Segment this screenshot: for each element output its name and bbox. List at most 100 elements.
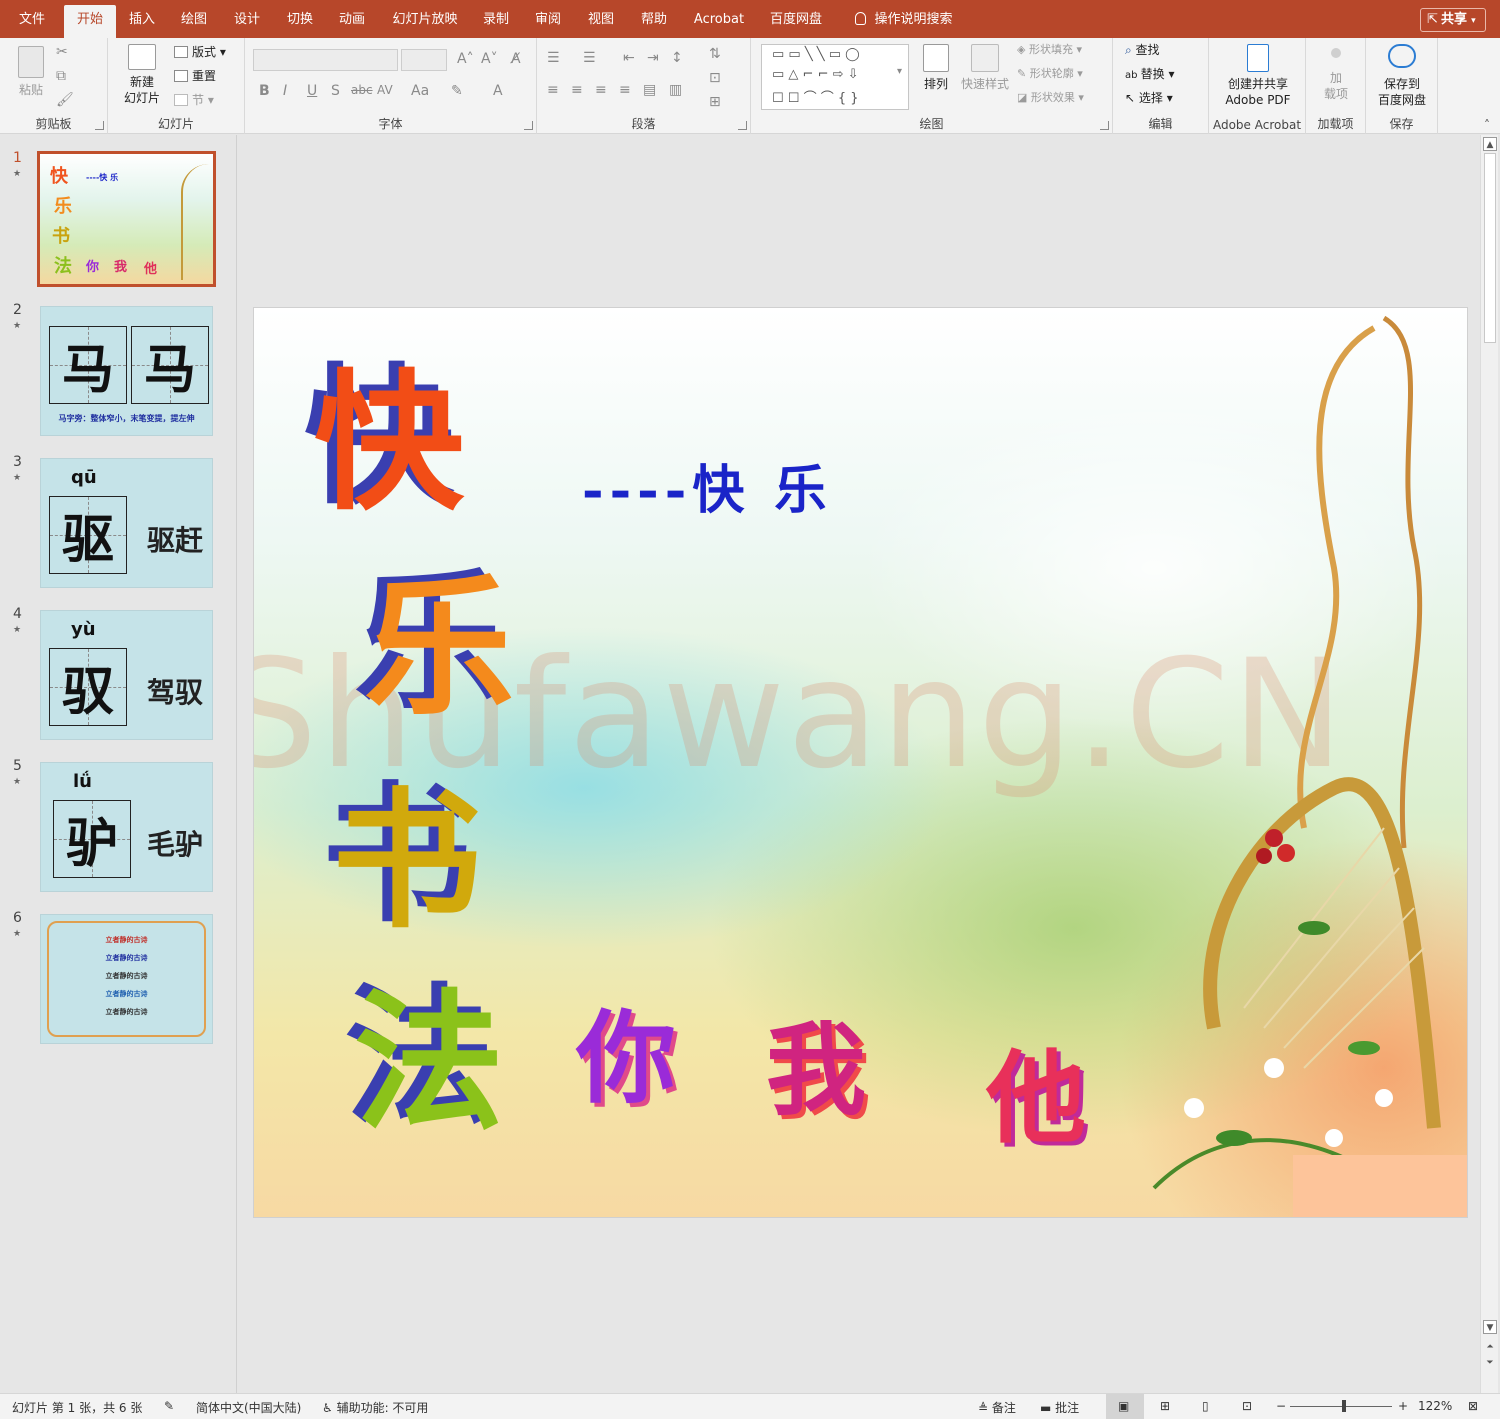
- reading-view-icon[interactable]: ▯: [1202, 1399, 1209, 1413]
- tab-slideshow[interactable]: 幻灯片放映: [384, 0, 466, 38]
- shape-fill-button[interactable]: ◈ 形状填充 ▾: [1017, 42, 1082, 58]
- decrease-indent-icon[interactable]: ⇤: [623, 50, 635, 66]
- underline-icon[interactable]: U: [307, 83, 317, 99]
- text-direction-icon[interactable]: ⇅: [709, 46, 721, 62]
- replace-button[interactable]: ab 替换 ▾: [1125, 66, 1175, 84]
- slideshow-view-icon[interactable]: ⊡: [1242, 1399, 1252, 1413]
- textbox-shape-icon[interactable]: ▭ ▭ ╲ ╲ ▭ ◯: [772, 47, 860, 62]
- copy-icon[interactable]: ⧉: [56, 68, 66, 84]
- font-color-icon[interactable]: A: [493, 83, 503, 99]
- fit-to-window-icon[interactable]: ⊠: [1468, 1399, 1478, 1413]
- slide-thumbnail-6[interactable]: 立者静的古诗 立者静的古诗 立者静的古诗 立者静的古诗 立者静的古诗: [40, 914, 213, 1044]
- slide-thumbnail-1[interactable]: 快 乐 书 法 ----快 乐 你 我 他: [37, 151, 216, 287]
- columns-icon[interactable]: ▥: [669, 82, 682, 98]
- normal-view-button[interactable]: ▣: [1106, 1394, 1144, 1419]
- align-right-icon[interactable]: ≡: [595, 82, 607, 98]
- gallery-more-icon[interactable]: ▾: [897, 66, 902, 77]
- slide-thumbnail-5[interactable]: lǘ 驴 毛驴: [40, 762, 213, 892]
- tab-view[interactable]: 视图: [581, 0, 621, 38]
- share-button[interactable]: ⇱ 共享 ▾: [1420, 8, 1486, 32]
- arrange-button[interactable]: 排列: [919, 44, 953, 92]
- accessibility-status[interactable]: ♿ 辅助功能: 不可用: [322, 1399, 428, 1416]
- comments-button[interactable]: ▬ 批注: [1040, 1399, 1079, 1416]
- font-launcher-icon[interactable]: [524, 121, 533, 130]
- shapes-gallery[interactable]: ▭ ▭ ╲ ╲ ▭ ◯ ▭ △ ⌐ ⌐ ⇨ ⇩ ☐ ☐ ⌒ ⌒ { }: [761, 44, 909, 110]
- select-button[interactable]: ↖ 选择 ▾: [1125, 90, 1173, 106]
- tab-acrobat[interactable]: Acrobat: [688, 0, 750, 38]
- language-status[interactable]: 简体中文(中国大陆): [196, 1399, 301, 1416]
- align-left-icon[interactable]: ≡: [547, 82, 559, 98]
- scroll-up-icon[interactable]: ▲: [1483, 137, 1497, 151]
- italic-icon[interactable]: I: [283, 83, 287, 99]
- slide-thumbnail-3[interactable]: qū 驱 驱赶: [40, 458, 213, 588]
- text-shadow-icon[interactable]: S: [331, 83, 340, 99]
- increase-indent-icon[interactable]: ⇥: [647, 50, 659, 66]
- zoom-in-icon[interactable]: +: [1398, 1399, 1408, 1413]
- section-button[interactable]: 节 ▾: [174, 92, 214, 108]
- small-char-ni[interactable]: 你: [576, 1008, 676, 1108]
- shrink-font-icon[interactable]: A˅: [481, 51, 498, 67]
- zoom-out-icon[interactable]: −: [1276, 1399, 1286, 1413]
- shape-effects-button[interactable]: ◪ 形状效果 ▾: [1017, 90, 1084, 106]
- new-slide-button[interactable]: 新建 幻灯片: [116, 44, 168, 106]
- shape-outline-button[interactable]: ✎ 形状轮廓 ▾: [1017, 66, 1083, 82]
- slide-thumbnail-2[interactable]: 马 马 马字旁：整体窄小，末笔变提，提左伸: [40, 306, 213, 436]
- find-button[interactable]: ⌕ 查找: [1125, 42, 1160, 58]
- big-char-le[interactable]: 乐: [364, 573, 514, 723]
- change-case-icon[interactable]: Aa: [411, 83, 429, 99]
- numbering-icon[interactable]: ☰: [583, 50, 596, 66]
- zoom-slider-thumb[interactable]: [1342, 1400, 1346, 1412]
- zoom-level[interactable]: 122%: [1418, 1399, 1452, 1413]
- tab-file[interactable]: 文件: [10, 0, 54, 38]
- align-center-icon[interactable]: ≡: [571, 82, 583, 98]
- strikethrough-icon[interactable]: abc: [351, 83, 373, 97]
- slide-count-status[interactable]: 幻灯片 第 1 张，共 6 张: [12, 1399, 142, 1416]
- tab-record[interactable]: 录制: [476, 0, 516, 38]
- big-char-fa[interactable]: 法: [354, 988, 504, 1138]
- font-size-box[interactable]: [401, 49, 447, 71]
- smartart-icon[interactable]: ⊞: [709, 94, 721, 110]
- drawing-launcher-icon[interactable]: [1100, 121, 1109, 130]
- line-spacing-icon[interactable]: ↕: [671, 50, 683, 66]
- quick-styles-button[interactable]: 快速样式: [957, 44, 1013, 92]
- layout-button[interactable]: 版式 ▾: [174, 44, 226, 60]
- font-name-box[interactable]: [253, 49, 398, 71]
- reset-button[interactable]: 重置: [174, 68, 216, 84]
- bracket-shape-icon[interactable]: ☐ ☐ ⌒ ⌒ { }: [772, 87, 859, 106]
- spell-check-icon[interactable]: ✎: [164, 1399, 174, 1413]
- cut-icon[interactable]: ✂: [56, 44, 68, 60]
- distributed-icon[interactable]: ▤: [643, 82, 656, 98]
- scrollbar-thumb[interactable]: [1484, 153, 1496, 343]
- small-char-wo[interactable]: 我: [766, 1020, 866, 1120]
- char-spacing-icon[interactable]: AV: [377, 83, 393, 97]
- collapse-ribbon-icon[interactable]: ˄: [1484, 118, 1490, 132]
- grow-font-icon[interactable]: A˄: [457, 51, 474, 67]
- align-text-icon[interactable]: ⊡: [709, 70, 721, 86]
- tab-home[interactable]: 开始: [64, 5, 116, 38]
- tell-me-search[interactable]: 操作说明搜索: [846, 0, 962, 38]
- big-char-kuai[interactable]: 快: [314, 368, 464, 518]
- paste-button[interactable]: 粘贴: [14, 46, 48, 98]
- slide-thumbnail-4[interactable]: yù 驭 驾驭: [40, 610, 213, 740]
- current-slide-canvas[interactable]: Shufawang.CN 快 乐 书 法 ----快 乐 你 我 他: [253, 307, 1468, 1218]
- format-painter-icon[interactable]: 🖌: [56, 92, 74, 108]
- clear-format-icon[interactable]: A̸: [511, 51, 521, 67]
- addins-button[interactable]: 加 载项: [1314, 48, 1358, 102]
- vertical-scrollbar[interactable]: ▲ ▼ ⏶ ⏷: [1480, 135, 1498, 1393]
- slide-subtitle[interactable]: ----快 乐: [582, 448, 832, 523]
- justify-icon[interactable]: ≡: [619, 82, 631, 98]
- tab-insert[interactable]: 插入: [122, 0, 162, 38]
- previous-slide-icon[interactable]: ⏶: [1483, 1340, 1497, 1354]
- highlight-icon[interactable]: ✎: [451, 83, 463, 99]
- tab-help[interactable]: 帮助: [634, 0, 674, 38]
- tab-review[interactable]: 审阅: [528, 0, 568, 38]
- clipboard-launcher-icon[interactable]: [95, 121, 104, 130]
- bold-icon[interactable]: B: [259, 83, 270, 99]
- big-char-shu[interactable]: 书: [332, 786, 482, 936]
- tab-transitions[interactable]: 切换: [280, 0, 320, 38]
- zoom-slider[interactable]: [1290, 1406, 1392, 1407]
- tab-baidu-netdisk[interactable]: 百度网盘: [764, 0, 828, 38]
- scroll-down-icon[interactable]: ▼: [1483, 1320, 1497, 1334]
- notes-button[interactable]: ≜ 备注: [978, 1399, 1016, 1416]
- small-char-ta[interactable]: 他: [986, 1048, 1086, 1148]
